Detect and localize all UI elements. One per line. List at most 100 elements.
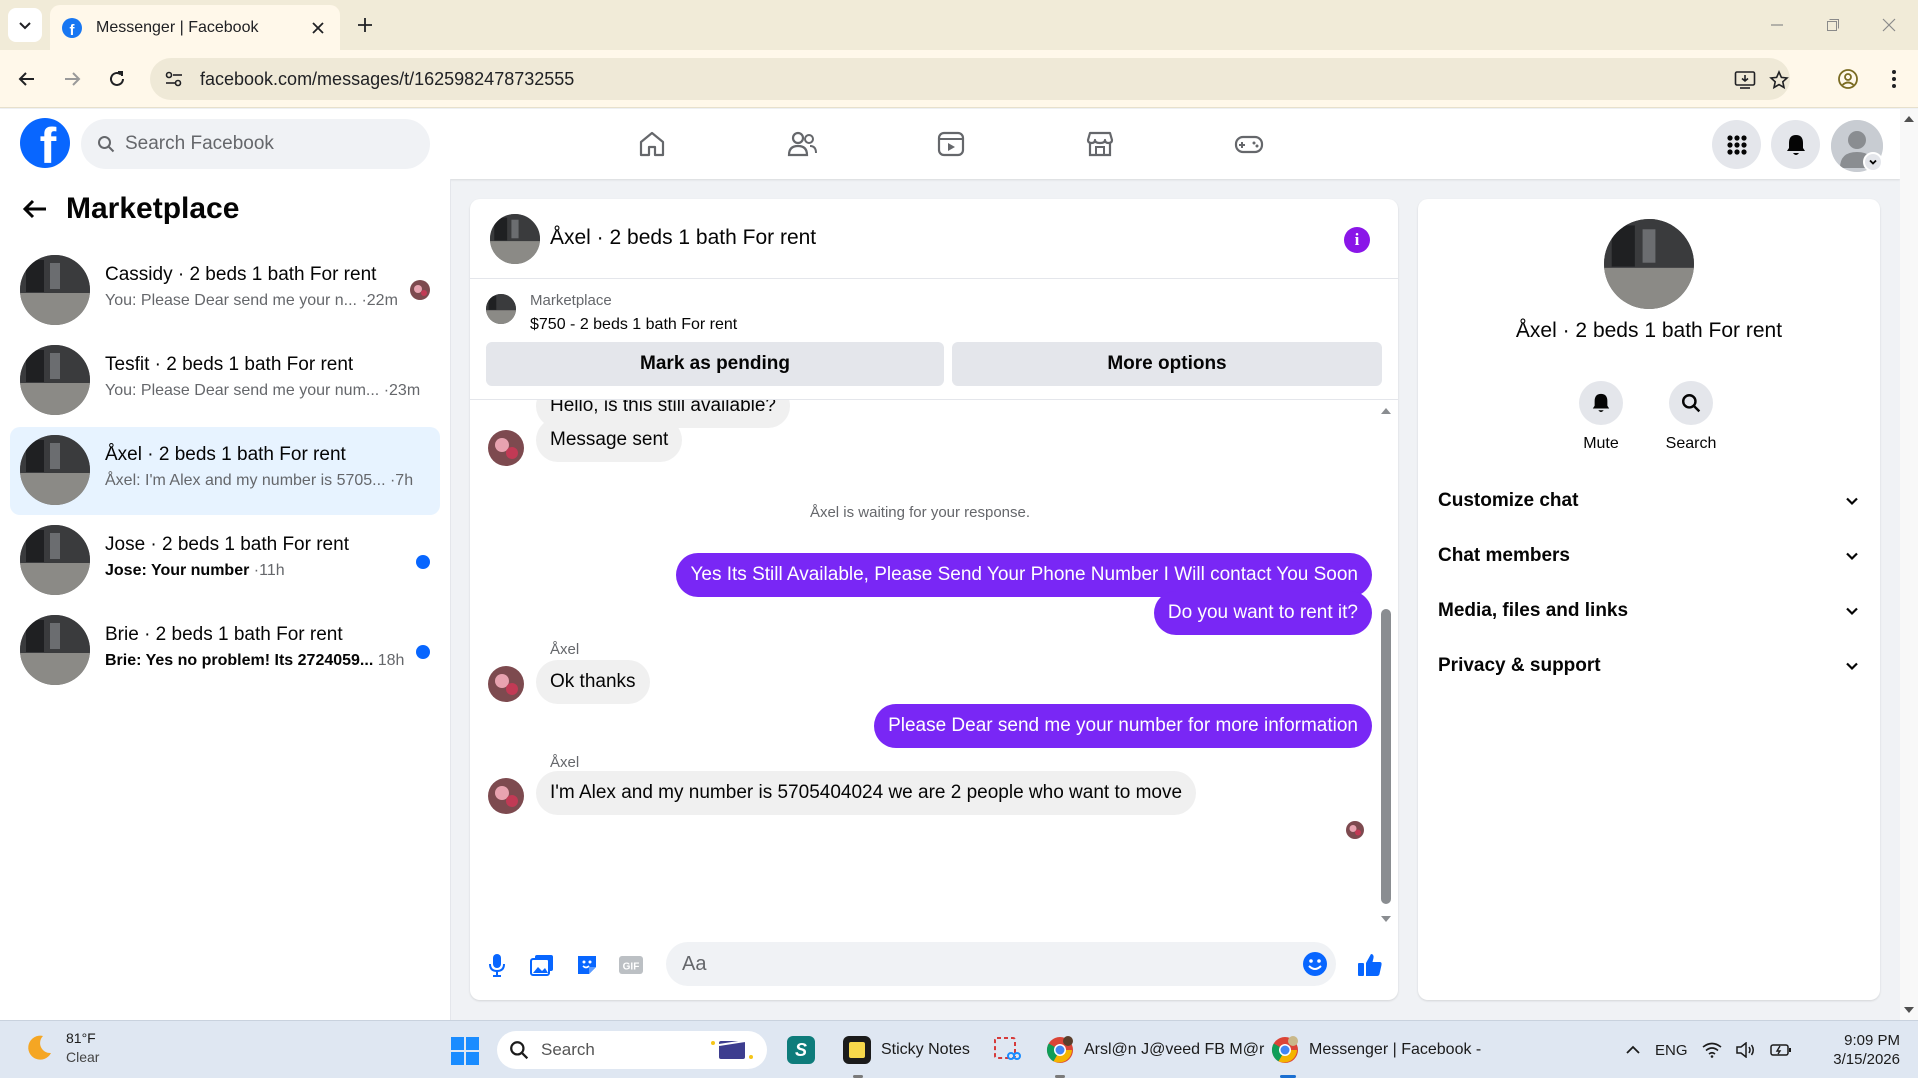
nav-friends[interactable] [746, 117, 858, 171]
scroll-up-icon[interactable] [1900, 113, 1918, 125]
listing-thumbnail [486, 294, 516, 324]
reload-button[interactable] [99, 61, 135, 97]
browser-menu-button[interactable] [1876, 61, 1912, 97]
nav-marketplace[interactable] [1044, 117, 1156, 171]
like-button[interactable] [1355, 950, 1385, 980]
chat-title[interactable]: Åxel · 2 beds 1 bath For rent [550, 226, 816, 250]
tab-search-button[interactable] [8, 8, 42, 42]
taskbar-app-label: Sticky Notes [881, 1041, 970, 1058]
address-bar[interactable]: facebook.com/messages/t/1625982478732555 [150, 58, 1790, 100]
start-button[interactable] [450, 1036, 480, 1066]
browser-tab-active[interactable]: f Messenger | Facebook [50, 5, 340, 50]
mute-action[interactable]: Mute [1561, 381, 1641, 453]
conversation-sidebar: Marketplace Cassidy · 2 beds 1 bath For … [0, 179, 451, 1020]
thumbs-up-icon [1358, 954, 1382, 976]
attach-photo-button[interactable] [527, 950, 557, 980]
conversation-item[interactable]: Jose · 2 beds 1 bath For rent Jose: Your… [10, 517, 440, 605]
taskbar-app-chrome-2[interactable]: Messenger | Facebook - [1271, 1029, 1481, 1071]
message-composer: GIF [470, 930, 1398, 1000]
nav-home[interactable] [596, 117, 708, 171]
weather-widget[interactable]: 81°F Clear [24, 1029, 99, 1067]
restore-button[interactable] [1818, 10, 1848, 40]
conversation-item-active[interactable]: Åxel · 2 beds 1 bath For rent Åxel: I'm … [10, 427, 440, 515]
taskbar-app-chrome-1[interactable]: Arsl@n J@veed FB M@r [1046, 1029, 1264, 1071]
search-action[interactable]: Search [1651, 381, 1731, 453]
language-indicator[interactable]: ENG [1655, 1042, 1688, 1059]
chat-profile-image[interactable] [1604, 219, 1694, 309]
info-icon[interactable]: i [1344, 227, 1370, 253]
conversation-preview: Brie: Yes no problem! Its 2724059... 18h [105, 652, 405, 669]
section-label: Customize chat [1438, 490, 1579, 511]
section-label: Privacy & support [1438, 655, 1601, 676]
profile-button[interactable] [1830, 61, 1866, 97]
conversation-name: Tesfit · 2 beds 1 bath For rent [105, 354, 354, 375]
section-privacy-support[interactable]: Privacy & support [1438, 641, 1860, 691]
more-options-button[interactable]: More options [952, 342, 1382, 386]
message-bubble-incoming: I'm Alex and my number is 5705404024 we … [536, 771, 1197, 815]
taskbar-app-sticky-notes[interactable]: Sticky Notes [843, 1029, 970, 1071]
taskbar-search[interactable]: Search [497, 1031, 767, 1069]
listing-thumbnail [20, 435, 90, 505]
message-input[interactable] [682, 942, 1282, 986]
search-highlight-icon [711, 1040, 753, 1059]
close-window-button[interactable] [1874, 10, 1904, 40]
photo-icon [530, 955, 553, 976]
conversation-item[interactable]: Cassidy · 2 beds 1 bath For rent You: Pl… [10, 247, 440, 335]
back-arrow-icon[interactable] [22, 198, 48, 220]
scroll-down-icon[interactable] [1900, 1004, 1918, 1016]
conversation-item[interactable]: Brie · 2 beds 1 bath For rent Brie: Yes … [10, 607, 440, 695]
listing-label: Marketplace [530, 292, 612, 309]
mark-as-pending-button[interactable]: Mark as pending [486, 342, 944, 386]
taskbar-app-snipping[interactable] [993, 1029, 1021, 1071]
section-chat-members[interactable]: Chat members [1438, 531, 1860, 581]
minimize-button[interactable] [1762, 10, 1792, 40]
forward-button[interactable] [54, 61, 90, 97]
listing-thumbnail [20, 615, 90, 685]
mute-button[interactable] [1579, 381, 1623, 425]
video-icon [937, 131, 965, 157]
weather-condition: Clear [66, 1049, 100, 1065]
menu-button[interactable] [1712, 120, 1761, 169]
sticker-button[interactable] [572, 950, 602, 980]
account-menu-caret[interactable] [1863, 152, 1883, 172]
close-tab-button[interactable] [308, 18, 328, 38]
read-receipt-avatar [1346, 821, 1364, 839]
bookmark-button[interactable] [1766, 67, 1792, 93]
details-title: Åxel · 2 beds 1 bath For rent [1515, 319, 1783, 342]
facebook-logo-icon[interactable]: f [20, 118, 70, 168]
taskbar-clock[interactable]: 9:09 PM 3/15/2026 [1820, 1031, 1900, 1069]
voice-clip-button[interactable] [482, 950, 512, 980]
new-tab-button[interactable] [352, 12, 378, 38]
gif-button[interactable]: GIF [616, 950, 646, 980]
taskbar-app-editor[interactable]: S [787, 1029, 815, 1071]
install-app-button[interactable] [1732, 67, 1758, 93]
facebook-search[interactable] [81, 119, 430, 169]
search-conversation-button[interactable] [1669, 381, 1713, 425]
volume-icon[interactable] [1735, 1042, 1756, 1058]
sender-avatar [488, 778, 524, 814]
mute-label: Mute [1583, 435, 1619, 452]
chevron-up-icon[interactable] [1625, 1042, 1641, 1058]
notifications-button[interactable] [1771, 120, 1820, 169]
section-customize-chat[interactable]: Customize chat [1438, 476, 1860, 526]
back-button[interactable] [9, 61, 45, 97]
listing-price[interactable]: $750 - 2 beds 1 bath For rent [530, 316, 737, 334]
wifi-icon[interactable] [1702, 1042, 1722, 1058]
listing-thumbnail [20, 255, 90, 325]
sidebar-header: Marketplace [22, 192, 239, 226]
nav-gaming[interactable] [1193, 117, 1305, 171]
scroll-up-icon[interactable] [1380, 406, 1392, 416]
site-info-button[interactable] [154, 58, 194, 100]
waiting-status-text: Åxel is waiting for your response. [809, 504, 1031, 521]
section-media-files-links[interactable]: Media, files and links [1438, 586, 1860, 636]
page-scrollbar[interactable] [1900, 109, 1918, 1020]
battery-icon[interactable] [1769, 1042, 1792, 1058]
emoji-icon[interactable] [1302, 951, 1328, 977]
facebook-search-input[interactable] [125, 133, 405, 155]
scroll-thumb[interactable] [1381, 609, 1391, 904]
nav-video[interactable] [895, 117, 1007, 171]
conversation-item[interactable]: Tesfit · 2 beds 1 bath For rent You: Ple… [10, 337, 440, 425]
message-bubble-outgoing: Do you want to rent it? [1153, 591, 1372, 635]
scroll-down-icon[interactable] [1380, 914, 1392, 924]
chat-avatar[interactable] [490, 214, 540, 264]
